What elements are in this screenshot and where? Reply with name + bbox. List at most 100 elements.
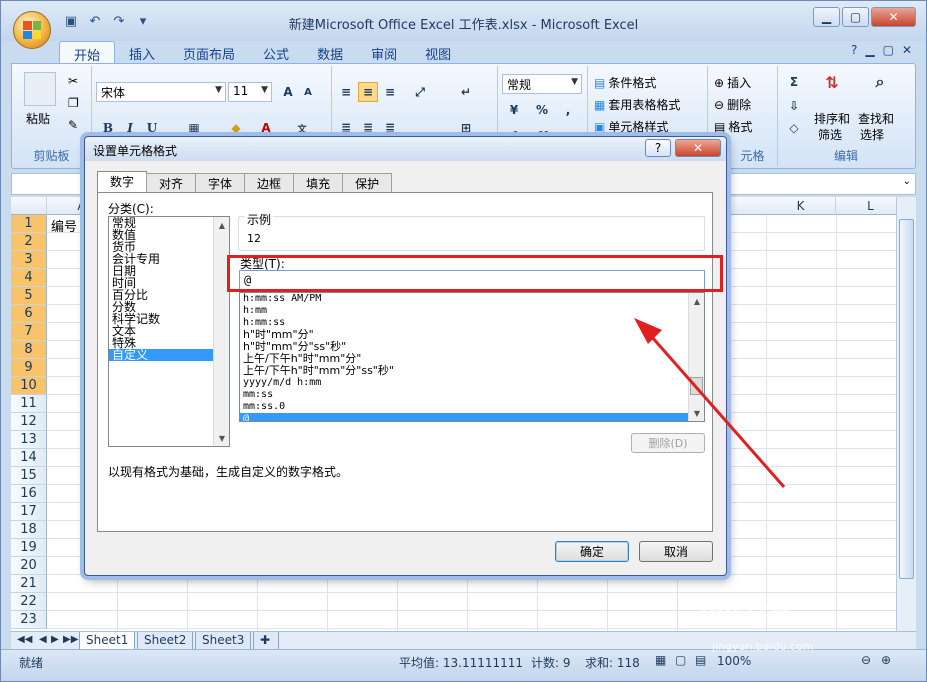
font-size-combo[interactable]: 11 ▼ — [228, 82, 272, 102]
align-top-icon[interactable]: ≡ — [336, 82, 356, 102]
ok-button[interactable]: 确定 — [555, 541, 629, 562]
row-header[interactable]: 4 — [11, 269, 47, 287]
align-center-icon[interactable]: ≣ — [358, 118, 378, 138]
insert-sheet-icon[interactable]: ✚ — [253, 632, 279, 650]
borders-icon[interactable]: ▦ — [184, 118, 204, 138]
select-all-corner[interactable] — [11, 197, 47, 215]
row-header[interactable]: 22 — [11, 593, 47, 611]
format-code-item[interactable]: h:mm:ss AM/PM — [240, 293, 704, 305]
scroll-up-icon[interactable]: ▲ — [214, 217, 230, 233]
sheet-tab-1[interactable]: Sheet1 — [79, 632, 136, 650]
bold-button[interactable]: B — [98, 118, 118, 138]
last-sheet-icon[interactable]: ▶▶ — [63, 634, 78, 645]
format-code-list[interactable]: h:mm:ss AM/PM h:mm h:mm:ss h"时"mm"分" h"时"mm"… — [239, 292, 705, 422]
sheet-tab-2[interactable]: Sheet2 — [137, 632, 194, 650]
scroll-down-icon[interactable]: ▼ — [689, 405, 704, 421]
tab-fill[interactable]: 填充 — [293, 173, 344, 192]
office-button[interactable] — [13, 11, 51, 49]
ribbon-tab-review[interactable]: 审阅 — [357, 41, 411, 63]
align-bottom-icon[interactable]: ≡ — [380, 82, 400, 102]
scroll-down-icon[interactable]: ▼ — [214, 430, 230, 446]
shrink-font-icon[interactable]: A — [298, 82, 318, 102]
align-left-icon[interactable]: ≣ — [336, 118, 356, 138]
column-header-k[interactable]: K — [766, 197, 836, 215]
ribbon-close-icon[interactable]: ✕ — [902, 43, 912, 57]
row-header[interactable]: 3 — [11, 251, 47, 269]
row-header[interactable]: 16 — [11, 485, 47, 503]
fill-icon[interactable]: ⇩ — [784, 96, 804, 116]
format-code-item[interactable]: mm:ss.0 — [240, 401, 704, 413]
row-header[interactable]: 17 — [11, 503, 47, 521]
format-code-item[interactable]: mm:ss — [240, 389, 704, 401]
format-painter-icon[interactable]: ✎ — [68, 118, 78, 132]
formula-expand-icon[interactable]: ⌄ — [903, 176, 911, 187]
sheet-tab-3[interactable]: Sheet3 — [195, 632, 252, 650]
zoom-in-icon[interactable]: ⊕ — [881, 653, 891, 667]
sort-filter-icon[interactable]: ⇅ — [822, 72, 842, 92]
paste-icon[interactable] — [24, 72, 56, 106]
paste-button[interactable]: 粘贴 — [26, 110, 50, 127]
currency-icon[interactable]: ¥ — [504, 100, 524, 120]
format-list-scrollbar[interactable]: ▲ ▼ — [688, 293, 704, 421]
sort-filter-label-2[interactable]: 筛选 — [818, 126, 842, 143]
fill-color-icon[interactable]: ◆ — [226, 118, 246, 138]
normal-view-icon[interactable]: ▦ — [655, 653, 666, 667]
minimize-button[interactable]: ▁ — [813, 7, 840, 27]
format-code-item[interactable]: h:mm — [240, 305, 704, 317]
cell-styles-button[interactable]: ▣ 单元格样式 — [594, 118, 668, 135]
zoom-out-icon[interactable]: ⊖ — [861, 653, 871, 667]
row-header[interactable]: 11 — [11, 395, 47, 413]
row-header[interactable]: 15 — [11, 467, 47, 485]
category-list[interactable]: 常规 数值 货币 会计专用 日期 时间 百分比 分数 科学记数 文本 特殊 自定义 ▲ ▼ — [108, 216, 230, 447]
row-header[interactable]: 7 — [11, 323, 47, 341]
format-code-item[interactable]: yyyy/m/d h:mm — [240, 377, 704, 389]
tab-border[interactable]: 边框 — [244, 173, 295, 192]
tab-number[interactable]: 数字 — [97, 171, 148, 192]
find-select-label-2[interactable]: 选择 — [860, 126, 884, 143]
scroll-up-icon[interactable]: ▲ — [689, 293, 704, 309]
merge-center-icon[interactable]: ⊞ — [456, 118, 476, 138]
dialog-help-button[interactable]: ? — [645, 139, 671, 157]
row-header[interactable]: 5 — [11, 287, 47, 305]
scrollbar-thumb[interactable] — [690, 377, 703, 395]
row-header[interactable]: 14 — [11, 449, 47, 467]
prev-sheet-icon[interactable]: ◀ — [39, 634, 47, 645]
category-item[interactable]: 自定义 — [109, 349, 229, 361]
row-header[interactable]: 6 — [11, 305, 47, 323]
orientation-icon[interactable]: ⤢ — [410, 82, 430, 102]
format-code-item[interactable]: @ — [240, 413, 704, 421]
maximize-button[interactable]: ▢ — [842, 7, 869, 27]
font-name-combo[interactable]: 宋体 ▼ — [96, 82, 226, 102]
clear-icon[interactable]: ◇ — [784, 118, 804, 138]
copy-icon[interactable]: ❐ — [68, 96, 79, 110]
row-header[interactable]: 21 — [11, 575, 47, 593]
ribbon-tab-data[interactable]: 数据 — [303, 41, 357, 63]
number-format-combo[interactable]: 常规 ▼ — [502, 74, 582, 94]
ribbon-tab-page-layout[interactable]: 页面布局 — [169, 41, 249, 63]
dialog-close-button[interactable]: ✕ — [675, 139, 721, 157]
help-icon[interactable]: ? — [851, 43, 857, 57]
row-header[interactable]: 18 — [11, 521, 47, 539]
conditional-format-button[interactable]: ▤ 条件格式 — [594, 74, 656, 91]
find-select-icon[interactable]: ⌕ — [870, 72, 890, 92]
ribbon-tab-formulas[interactable]: 公式 — [249, 41, 303, 63]
underline-button[interactable]: U — [142, 118, 162, 138]
row-header[interactable]: 10 — [11, 377, 47, 395]
ribbon-restore-icon[interactable]: ▢ — [883, 43, 894, 57]
comma-button[interactable]: , — [558, 100, 578, 120]
category-scrollbar[interactable]: ▲ ▼ — [213, 217, 229, 446]
font-color-icon[interactable]: A — [256, 118, 276, 138]
row-header[interactable]: 23 — [11, 611, 47, 629]
format-as-table-button[interactable]: ▦ 套用表格格式 — [594, 96, 680, 113]
find-select-label[interactable]: 查找和 — [858, 110, 894, 127]
row-header[interactable]: 8 — [11, 341, 47, 359]
delete-format-button[interactable]: 删除(D) — [631, 433, 705, 453]
tab-alignment[interactable]: 对齐 — [146, 173, 197, 192]
row-header[interactable]: 1 — [11, 215, 47, 233]
sort-filter-label[interactable]: 排序和 — [814, 110, 850, 127]
row-header[interactable]: 2 — [11, 233, 47, 251]
first-sheet-icon[interactable]: ◀◀ — [17, 634, 32, 645]
percent-button[interactable]: % — [532, 100, 552, 120]
vertical-scrollbar[interactable] — [896, 197, 916, 631]
row-header[interactable]: 19 — [11, 539, 47, 557]
